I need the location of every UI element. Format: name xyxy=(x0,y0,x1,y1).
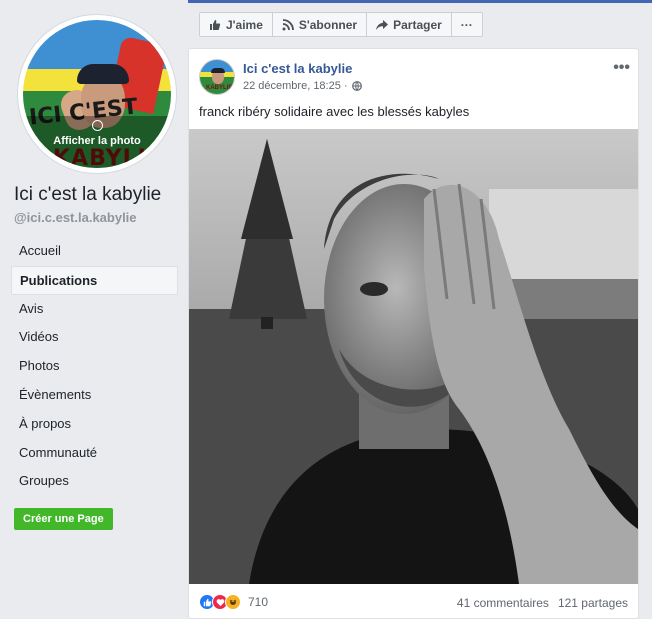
nav-item-evenements[interactable]: Évènements xyxy=(11,381,178,410)
page-username[interactable]: @ici.c.est.la.kabylie xyxy=(14,210,137,225)
haha-reaction-icon xyxy=(225,594,241,610)
share-page-label: Partager xyxy=(393,17,442,32)
cap-graphic xyxy=(77,64,129,84)
nav-item-communaute[interactable]: Communauté xyxy=(11,439,178,468)
post-card: KABYLIE Ici c'est la kabylie 22 décembre… xyxy=(188,48,639,619)
subscribe-button[interactable]: S'abonner xyxy=(273,13,368,36)
create-page-button[interactable]: Créer une Page xyxy=(14,508,113,530)
post-footer: 710 41 commentaires 121 partages xyxy=(189,584,638,618)
rss-icon xyxy=(282,18,294,30)
shares-count-link[interactable]: 121 partages xyxy=(558,596,628,610)
camera-icon xyxy=(92,120,103,131)
top-accent-line xyxy=(188,0,652,3)
nav-item-videos[interactable]: Vidéos xyxy=(11,323,178,352)
avatar-mini-text: KABYLIE xyxy=(206,85,233,91)
like-page-button[interactable]: J'aime xyxy=(200,13,273,36)
post-photo[interactable] xyxy=(189,129,638,584)
nav-item-avis[interactable]: Avis xyxy=(11,295,178,324)
profile-picture[interactable]: ICI C'EST KABYLIE Afficher la photo xyxy=(23,20,171,168)
post-author-avatar[interactable]: KABYLIE xyxy=(199,59,235,95)
share-page-button[interactable]: Partager xyxy=(367,13,452,36)
page-action-bar: J'aime S'abonner Partager ··· xyxy=(199,12,483,37)
page-sidebar: ICI C'EST KABYLIE Afficher la photo Ici … xyxy=(0,0,186,619)
photo-grayscale-image xyxy=(189,129,638,584)
subscribe-label: S'abonner xyxy=(298,17,358,32)
share-arrow-icon xyxy=(376,19,389,30)
nav-item-photos[interactable]: Photos xyxy=(11,352,178,381)
show-photo-label[interactable]: Afficher la photo xyxy=(23,135,171,147)
thumbs-up-icon xyxy=(210,19,221,30)
globe-icon xyxy=(351,81,362,91)
profile-picture-frame[interactable]: ICI C'EST KABYLIE Afficher la photo xyxy=(17,14,177,174)
nav-item-groupes[interactable]: Groupes xyxy=(11,467,178,496)
post-meta: 22 décembre, 18:25 · xyxy=(243,80,362,92)
nav-item-publications[interactable]: Publications xyxy=(11,265,178,295)
post-options-icon[interactable]: ••• xyxy=(613,59,630,77)
page-title[interactable]: Ici c'est la kabylie xyxy=(14,184,161,206)
page-navigation: Accueil Publications Avis Vidéos Photos … xyxy=(11,237,178,496)
more-options-button[interactable]: ··· xyxy=(452,13,482,36)
avatar-cap xyxy=(211,68,225,73)
post-timestamp[interactable]: 22 décembre, 18:25 · xyxy=(243,80,348,92)
nav-item-a-propos[interactable]: À propos xyxy=(11,410,178,439)
more-dots-icon: ··· xyxy=(460,17,473,32)
reactions-summary[interactable]: 710 xyxy=(199,594,268,610)
like-page-label: J'aime xyxy=(226,17,263,32)
comments-count-link[interactable]: 41 commentaires xyxy=(457,596,549,610)
nav-item-accueil[interactable]: Accueil xyxy=(11,237,178,266)
post-author-name[interactable]: Ici c'est la kabylie xyxy=(243,61,352,76)
post-stats: 41 commentaires 121 partages xyxy=(457,596,628,610)
post-text: franck ribéry solidaire avec les blessés… xyxy=(199,104,470,119)
reaction-count: 710 xyxy=(248,595,269,609)
